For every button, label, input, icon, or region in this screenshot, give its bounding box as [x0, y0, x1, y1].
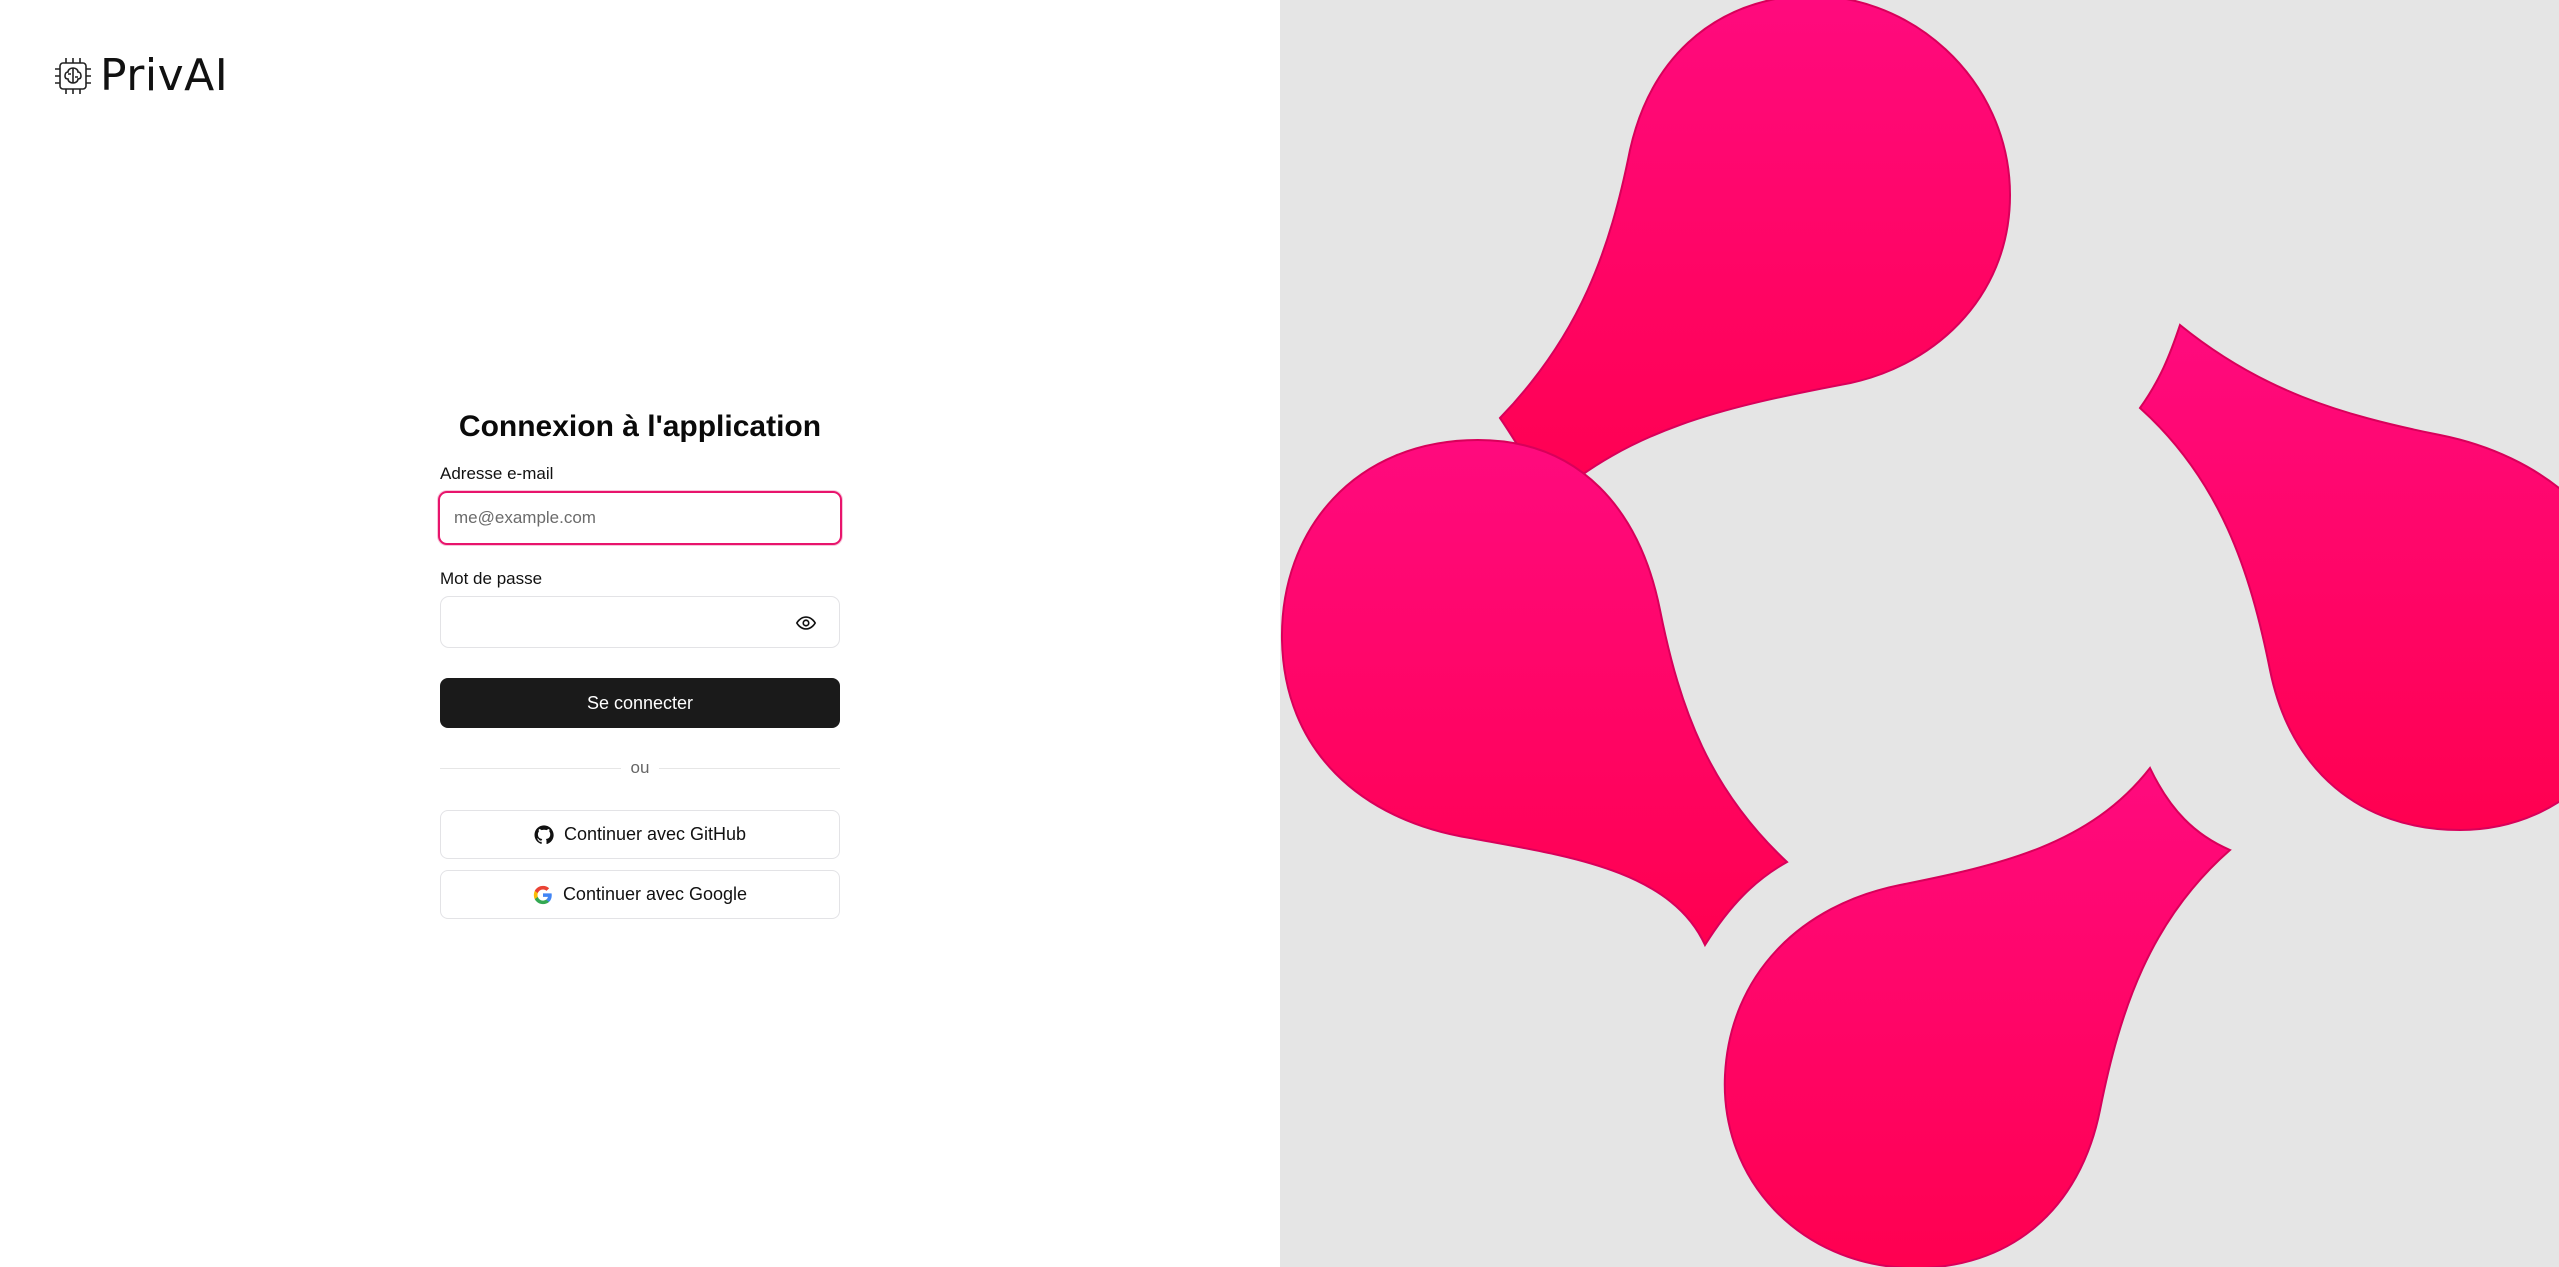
brand-logo[interactable]: PrivAI [52, 54, 228, 98]
eye-icon[interactable] [795, 612, 817, 634]
login-form: Connexion à l'application Adresse e-mail… [438, 400, 842, 930]
login-button[interactable]: Se connecter [440, 678, 840, 728]
page-title: Connexion à l'application [458, 410, 822, 443]
password-field[interactable] [441, 597, 839, 647]
password-group: Mot de passe [440, 569, 840, 648]
petal-top [1498, 0, 2012, 502]
petal-right [2138, 323, 2559, 832]
email-group: Adresse e-mail [438, 464, 842, 545]
password-field-wrapper [440, 596, 840, 648]
email-field[interactable] [440, 493, 840, 543]
four-petal-logo-art [1280, 0, 2559, 1267]
illustration-panel [1280, 0, 2559, 1267]
github-icon [534, 824, 554, 844]
password-label: Mot de passe [440, 569, 543, 588]
google-login-button[interactable]: Continuer avec Google [440, 870, 840, 919]
email-field-wrapper [438, 491, 842, 545]
google-icon [533, 885, 552, 904]
email-label: Adresse e-mail [440, 464, 554, 483]
github-label: Continuer avec GitHub [563, 824, 747, 844]
petal-bottom [1723, 766, 2232, 1267]
divider-text: ou [620, 758, 660, 778]
login-page: PrivAI Connexion à l'application Adresse… [0, 0, 2559, 1267]
or-divider: ou [440, 758, 840, 778]
petal-left [1280, 438, 1789, 948]
login-panel: PrivAI Connexion à l'application Adresse… [0, 0, 1280, 1267]
google-label: Continuer avec Google [562, 884, 748, 904]
chip-brain-icon [55, 58, 91, 94]
github-login-button[interactable]: Continuer avec GitHub [440, 810, 840, 859]
brand-name: PrivAI [100, 50, 229, 101]
